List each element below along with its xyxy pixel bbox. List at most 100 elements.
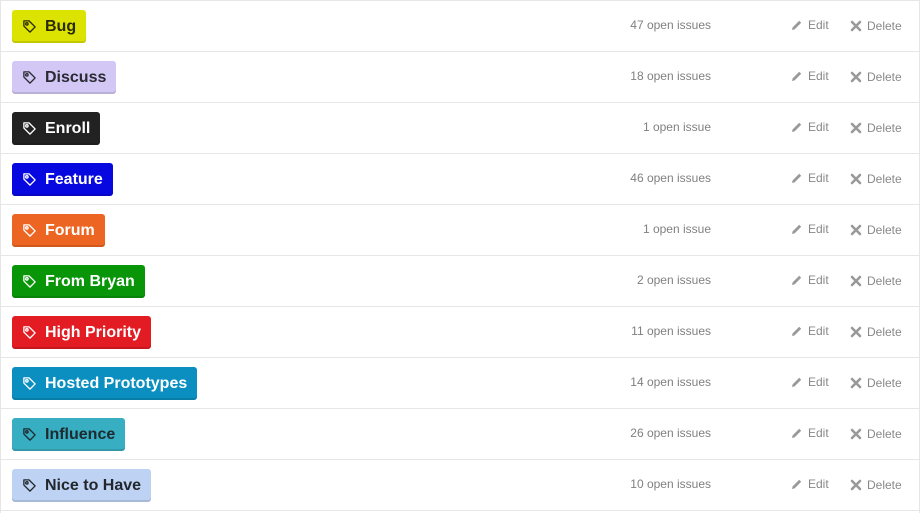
tag-icon [22,376,37,391]
delete-button[interactable]: Delete [850,427,902,441]
x-icon [850,479,862,491]
label-name: Enroll [45,119,91,137]
edit-button[interactable]: Edit [791,18,829,32]
x-icon [850,122,862,134]
delete-label: Delete [867,478,902,492]
label-badge[interactable]: From Bryan [12,265,145,298]
x-icon [850,173,862,185]
x-icon [850,71,862,83]
label-name: Discuss [45,68,107,86]
label-row: Nice to Have 10 open issues Edit Delete [1,460,919,511]
x-icon [850,377,862,389]
label-name: Feature [45,170,103,188]
delete-label: Delete [867,121,902,135]
open-issues-count[interactable]: 10 open issues [630,477,711,491]
edit-button[interactable]: Edit [791,273,829,287]
edit-label: Edit [808,426,829,440]
edit-button[interactable]: Edit [791,120,829,134]
labels-list: Bug 47 open issues Edit Delete Discuss 1… [0,0,920,513]
delete-button[interactable]: Delete [850,19,902,33]
delete-label: Delete [867,70,902,84]
delete-button[interactable]: Delete [850,223,902,237]
label-badge[interactable]: Discuss [12,61,117,94]
tag-icon [22,70,37,85]
edit-button[interactable]: Edit [791,222,829,236]
open-issues-count[interactable]: 2 open issues [637,273,711,287]
edit-button[interactable]: Edit [791,324,829,338]
edit-label: Edit [808,375,829,389]
label-name: From Bryan [45,272,135,290]
pencil-icon [791,376,803,388]
edit-label: Edit [808,69,829,83]
label-badge[interactable]: Influence [12,418,126,451]
delete-label: Delete [867,274,902,288]
edit-button[interactable]: Edit [791,477,829,491]
label-badge[interactable]: Hosted Prototypes [12,367,198,400]
delete-button[interactable]: Delete [850,274,902,288]
tag-icon [22,172,37,187]
edit-label: Edit [808,324,829,338]
edit-button[interactable]: Edit [791,69,829,83]
pencil-icon [791,427,803,439]
tag-icon [22,223,37,238]
label-badge[interactable]: Enroll [12,112,101,145]
x-icon [850,326,862,338]
delete-button[interactable]: Delete [850,172,902,186]
edit-label: Edit [808,171,829,185]
open-issues-count[interactable]: 1 open issue [643,120,711,134]
delete-label: Delete [867,19,902,33]
open-issues-count[interactable]: 18 open issues [630,69,711,83]
x-icon [850,428,862,440]
x-icon [850,224,862,236]
edit-label: Edit [808,120,829,134]
label-name: Forum [45,221,95,239]
delete-button[interactable]: Delete [850,376,902,390]
pencil-icon [791,70,803,82]
delete-button[interactable]: Delete [850,121,902,135]
open-issues-count[interactable]: 1 open issue [643,222,711,236]
edit-button[interactable]: Edit [791,375,829,389]
edit-label: Edit [808,273,829,287]
label-name: Hosted Prototypes [45,374,188,392]
label-badge[interactable]: Forum [12,214,105,247]
label-row: Discuss 18 open issues Edit Delete [1,52,919,103]
open-issues-count[interactable]: 11 open issues [631,324,711,338]
label-name: Bug [45,17,77,35]
pencil-icon [791,172,803,184]
edit-button[interactable]: Edit [791,426,829,440]
label-row: Influence 26 open issues Edit Delete [1,409,919,460]
delete-label: Delete [867,223,902,237]
label-row: Hosted Prototypes 14 open issues Edit De… [1,358,919,409]
label-badge[interactable]: Bug [12,10,87,43]
pencil-icon [791,325,803,337]
pencil-icon [791,274,803,286]
tag-icon [22,478,37,493]
pencil-icon [791,19,803,31]
label-badge[interactable]: Feature [12,163,113,196]
edit-button[interactable]: Edit [791,171,829,185]
delete-label: Delete [867,172,902,186]
open-issues-count[interactable]: 14 open issues [630,375,711,389]
tag-icon [22,274,37,289]
edit-label: Edit [808,18,829,32]
delete-button[interactable]: Delete [850,478,902,492]
tag-icon [22,19,37,34]
label-row: From Bryan 2 open issues Edit Delete [1,256,919,307]
open-issues-count[interactable]: 46 open issues [630,171,711,185]
label-row: Forum 1 open issue Edit Delete [1,205,919,256]
label-name: Influence [45,425,116,443]
label-badge[interactable]: High Priority [12,316,152,349]
label-row: Bug 47 open issues Edit Delete [1,1,919,52]
label-badge[interactable]: Nice to Have [12,469,152,502]
tag-icon [22,427,37,442]
x-icon [850,20,862,32]
delete-label: Delete [867,376,902,390]
delete-button[interactable]: Delete [850,70,902,84]
open-issues-count[interactable]: 26 open issues [630,426,711,440]
open-issues-count[interactable]: 47 open issues [630,18,711,32]
delete-button[interactable]: Delete [850,325,902,339]
tag-icon [22,325,37,340]
label-name: High Priority [45,323,142,341]
edit-label: Edit [808,222,829,236]
x-icon [850,275,862,287]
